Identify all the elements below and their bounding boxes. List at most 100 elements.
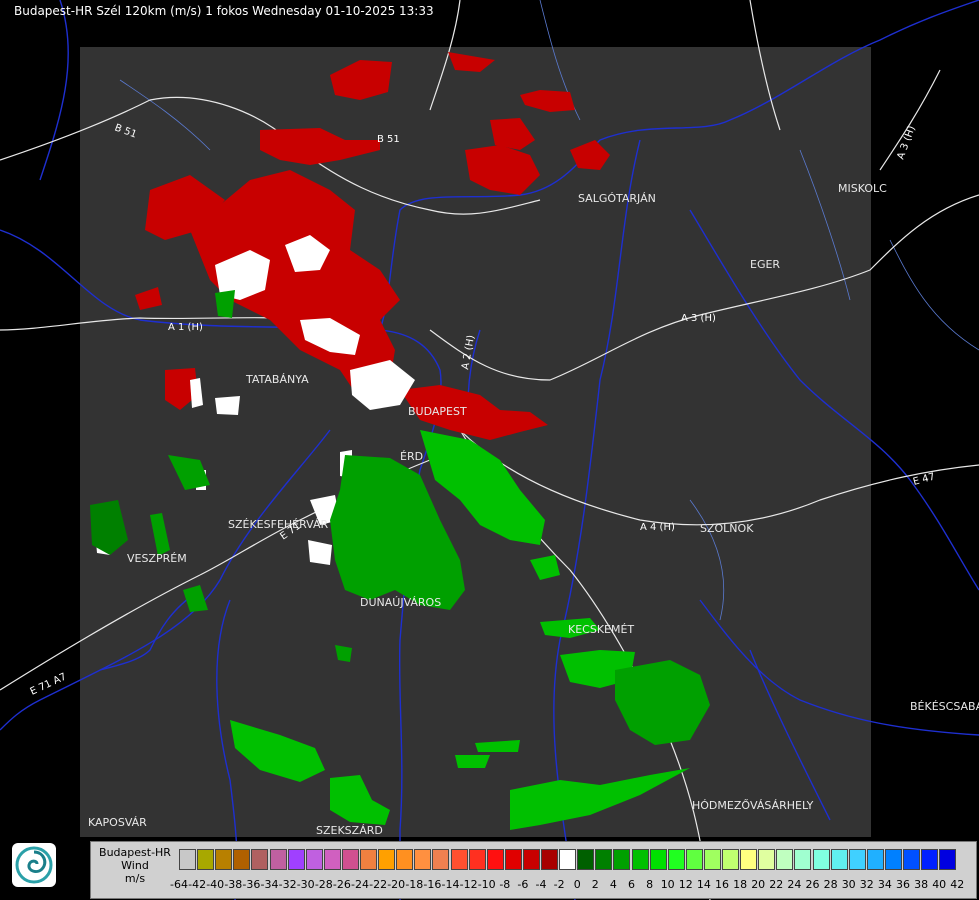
legend-tick-label: 28 [823, 878, 838, 891]
city-bekescsaba: BÉKÉSCSABA [910, 700, 979, 713]
swirl-logo-icon [15, 846, 53, 884]
legend-tick-label: 34 [877, 878, 892, 891]
legend-swatch [577, 849, 595, 870]
legend-swatch [939, 849, 957, 870]
road-a3: A 3 (H) [681, 313, 716, 324]
legend-tick-label: -16 [423, 878, 442, 891]
legend-swatch [486, 849, 504, 870]
legend-title-radar: Budapest-HR [99, 846, 171, 859]
legend-tick-label: -30 [296, 878, 315, 891]
city-budapest: BUDAPEST [408, 405, 467, 418]
road-a4: A 4 (H) [640, 522, 675, 533]
legend-swatch [504, 849, 522, 870]
legend-tick-label: 10 [660, 878, 675, 891]
legend-tick-label: 0 [573, 878, 581, 891]
legend-tick-label: 38 [914, 878, 929, 891]
legend-title-unit: m/s [124, 872, 146, 885]
legend-swatch [251, 849, 269, 870]
legend-tick-label: 2 [591, 878, 599, 891]
legend-swatch [468, 849, 486, 870]
legend-swatch [649, 849, 667, 870]
legend-tick-label: 8 [646, 878, 654, 891]
wind-color-legend: Budapest-HR Wind m/s -64 -42 -40 -38 -36 -34-… [90, 841, 977, 899]
legend-swatch [921, 849, 939, 870]
road-e71-a7: E 71 A7 [29, 671, 69, 697]
legend-tick-label: 18 [733, 878, 748, 891]
legend-tick-label: 14 [696, 878, 711, 891]
road-a3-north: A 3 (H) [895, 124, 917, 161]
legend-tick-label: -24 [351, 878, 369, 891]
legend-swatch [197, 849, 215, 870]
legend-swatch [613, 849, 631, 870]
legend-swatch [541, 849, 558, 870]
city-szekesfehervar: SZÉKESFEHÉRVÁR [228, 518, 329, 531]
legend-swatch [631, 849, 649, 870]
city-erd: ÉRD [400, 450, 423, 463]
legend-swatch [179, 849, 196, 870]
legend-swatch [685, 849, 703, 870]
legend-swatch [305, 849, 323, 870]
legend-swatch [758, 849, 776, 870]
city-kecskemet: KECSKEMÉT [568, 623, 634, 636]
legend-swatch [830, 849, 848, 870]
legend-tick-label: -42 [188, 878, 207, 891]
legend-tick-label: -36 [242, 878, 261, 891]
road-a1: A 1 (H) [168, 322, 203, 333]
legend-tick-label: -18 [405, 878, 424, 891]
legend-tick-label: -38 [224, 878, 243, 891]
city-miskolc: MISKOLC [838, 182, 887, 195]
legend-tick-label: -28 [314, 878, 333, 891]
city-veszprem: VESZPRÉM [127, 552, 187, 565]
legend-swatch [848, 849, 866, 870]
radar-map: SALGÓTARJÁN MISKOLC EGER TATABÁNYA BUDAP… [0, 0, 979, 900]
legend-swatch [812, 849, 830, 870]
legend-swatch [722, 849, 739, 870]
city-szolnok: SZOLNOK [700, 522, 754, 535]
city-dunaujvaros: DUNAÚJVÁROS [360, 596, 441, 609]
legend-tick-label: -12 [459, 878, 478, 891]
legend-tick-label: -34 [260, 878, 279, 891]
legend-swatch [360, 849, 377, 870]
city-tatabanya: TATABÁNYA [245, 373, 309, 386]
legend-swatch [667, 849, 685, 870]
legend-tick-label: -40 [206, 878, 225, 891]
legend-swatch [323, 849, 341, 870]
legend-tick-label: 40 [932, 878, 947, 891]
legend-tick-label: 20 [751, 878, 766, 891]
legend-swatch [740, 849, 758, 870]
legend-swatch [269, 849, 287, 870]
legend-swatch [378, 849, 396, 870]
legend-tick-label: -64 [170, 878, 188, 891]
legend-swatch [287, 849, 305, 870]
legend-tick-label: -8 [499, 878, 511, 891]
legend-swatch [432, 849, 450, 870]
legend-title-product: Wind [121, 859, 149, 872]
legend-tick-label: -32 [278, 878, 297, 891]
weather-service-logo [12, 843, 56, 887]
legend-swatch [703, 849, 721, 870]
legend-tick-label: -26 [332, 878, 351, 891]
legend-tick-label: 42 [950, 878, 965, 891]
legend-title: Budapest-HR Wind m/s [91, 846, 179, 885]
legend-swatch [903, 849, 920, 870]
legend-swatch [396, 849, 414, 870]
legend-tick-label: 16 [715, 878, 729, 891]
legend-tick-label: 36 [896, 878, 910, 891]
legend-swatch [884, 849, 902, 870]
legend-tick-label: 32 [859, 878, 874, 891]
legend-tick-label: 6 [628, 878, 635, 891]
city-kaposvar: KAPOSVÁR [88, 816, 147, 829]
legend-swatch [776, 849, 794, 870]
legend-tick-label: 30 [841, 878, 856, 891]
legend-tick-label: -2 [553, 878, 565, 891]
legend-tick-label: 22 [769, 878, 784, 891]
legend-swatch [233, 849, 251, 870]
city-eger: EGER [750, 258, 780, 271]
road-b51-east: B 51 [377, 134, 400, 145]
legend-swatch [414, 849, 432, 870]
legend-swatch [522, 849, 540, 870]
city-hodmezovasarhely: HÓDMEZŐVÁSÁRHELY [692, 798, 814, 812]
legend-tick-label: -14 [441, 878, 460, 891]
legend-tick-label: 24 [787, 878, 802, 891]
legend-tick-label: -10 [477, 878, 496, 891]
